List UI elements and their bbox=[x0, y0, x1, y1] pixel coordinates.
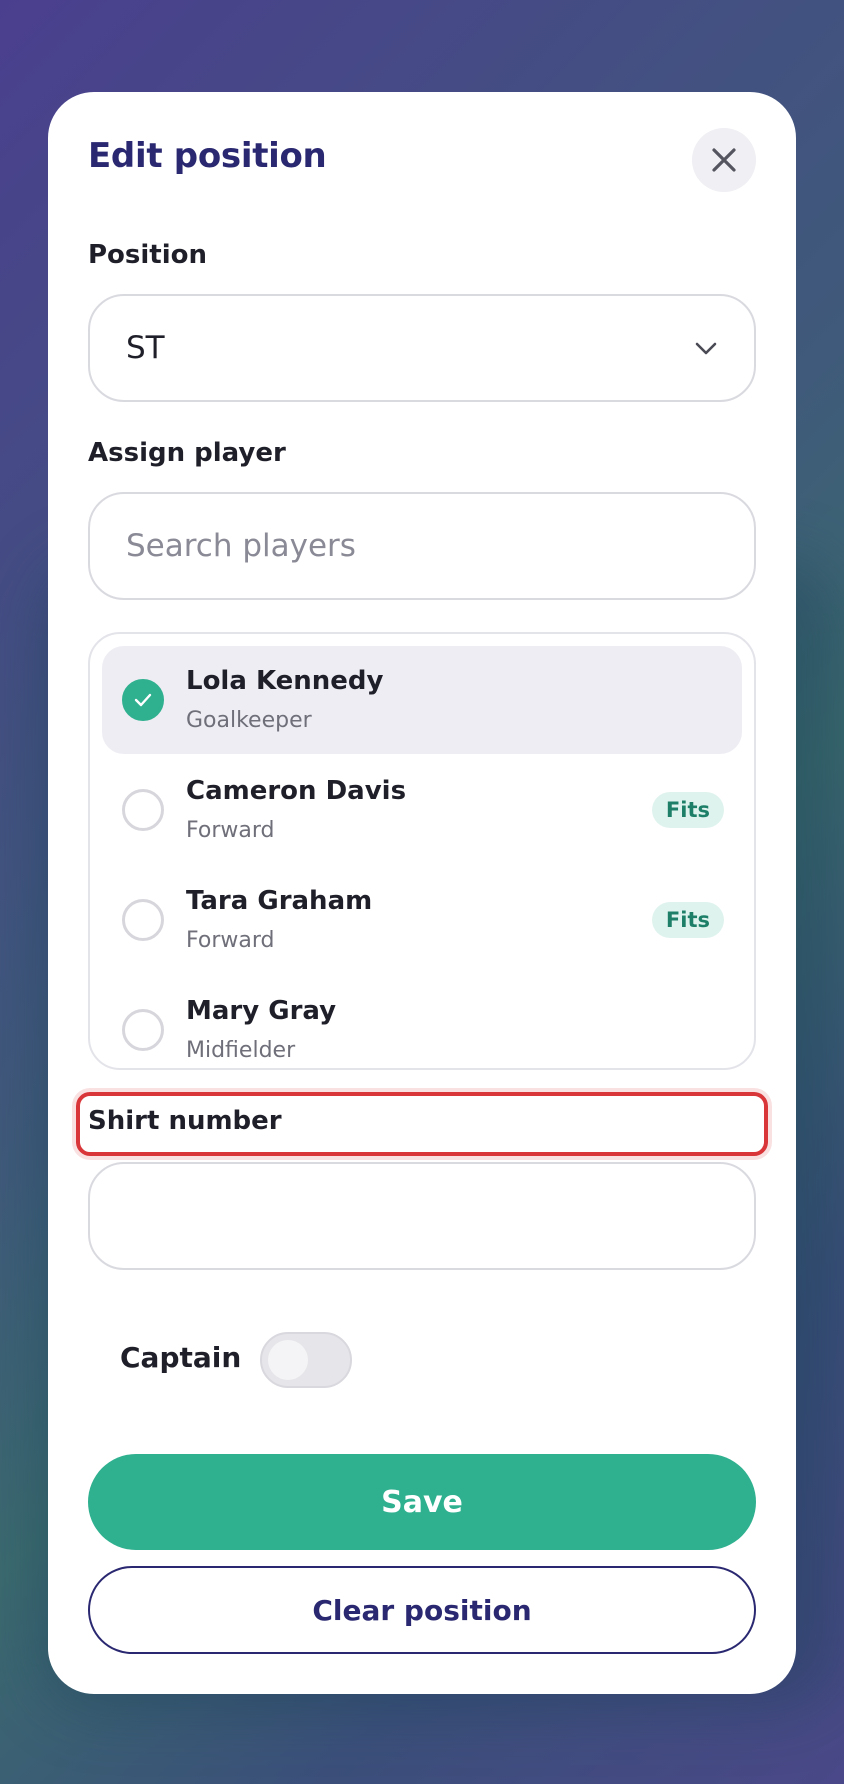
captain-toggle[interactable] bbox=[260, 1332, 352, 1388]
player-name: Cameron Davis bbox=[186, 776, 407, 806]
assign-player-label: Assign player bbox=[88, 438, 286, 468]
search-players-input[interactable]: Search players bbox=[88, 492, 756, 600]
close-button[interactable] bbox=[692, 128, 756, 192]
edit-position-sheet: Edit position Position ST Assign player … bbox=[48, 92, 796, 1694]
player-name: Lola Kennedy bbox=[186, 666, 384, 696]
save-button[interactable]: Save bbox=[88, 1454, 756, 1550]
player-row[interactable]: Mary Gray Midfielder bbox=[102, 976, 742, 1068]
radio-unchecked[interactable] bbox=[122, 789, 164, 831]
close-icon bbox=[712, 148, 736, 172]
fits-badge: Fits bbox=[651, 902, 724, 938]
sheet-title: Edit position bbox=[88, 136, 327, 176]
search-players-placeholder: Search players bbox=[126, 528, 356, 564]
player-role: Forward bbox=[186, 928, 275, 953]
fits-badge: Fits bbox=[651, 792, 724, 828]
clear-position-button[interactable]: Clear position bbox=[88, 1566, 756, 1654]
check-icon bbox=[134, 693, 152, 707]
position-select-value: ST bbox=[126, 330, 165, 366]
chevron-down-icon bbox=[695, 342, 717, 355]
player-role: Midfielder bbox=[186, 1038, 296, 1063]
player-row[interactable]: Lola Kennedy Goalkeeper bbox=[102, 646, 742, 754]
position-select[interactable]: ST bbox=[88, 294, 756, 402]
toggle-knob bbox=[268, 1340, 308, 1380]
player-list[interactable]: Lola Kennedy Goalkeeper Cameron Davis Fo… bbox=[88, 632, 756, 1070]
player-row[interactable]: Cameron Davis Forward Fits bbox=[102, 756, 742, 864]
player-role: Goalkeeper bbox=[186, 708, 312, 733]
shirt-number-input[interactable] bbox=[88, 1162, 756, 1270]
position-label: Position bbox=[88, 240, 208, 270]
player-name: Tara Graham bbox=[186, 886, 373, 916]
radio-unchecked[interactable] bbox=[122, 1009, 164, 1051]
player-name: Mary Gray bbox=[186, 996, 337, 1026]
captain-label: Captain bbox=[120, 1341, 242, 1374]
player-row[interactable]: Tara Graham Forward Fits bbox=[102, 866, 742, 974]
radio-unchecked[interactable] bbox=[122, 899, 164, 941]
shirt-number-label: Shirt number bbox=[88, 1106, 282, 1136]
player-role: Forward bbox=[186, 818, 275, 843]
radio-checked[interactable] bbox=[122, 679, 164, 721]
